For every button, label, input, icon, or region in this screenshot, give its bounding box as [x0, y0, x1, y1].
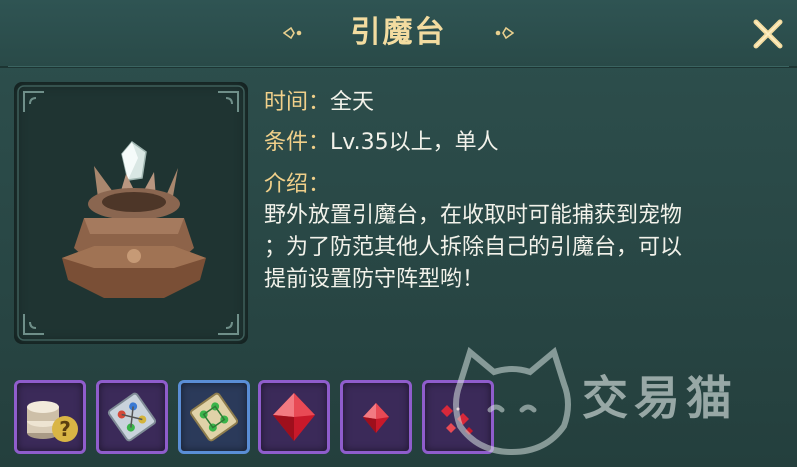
- title-ornament-right-icon: [495, 26, 514, 40]
- time-value: 全天: [330, 90, 375, 115]
- demon-altar-icon: [62, 140, 206, 298]
- red-gem-small-icon: [363, 403, 389, 433]
- reward-slot-4[interactable]: [258, 380, 330, 454]
- description-line: 野外放置引魔台，在收取时可能捕获到宠物: [264, 203, 683, 228]
- formation-scroll-icon: [107, 392, 157, 442]
- time-row: 时间：全天: [264, 84, 374, 116]
- condition-label: 条件：: [264, 130, 331, 155]
- description-line: ；为了防范其他人拆除自己的引魔台，可以: [264, 235, 683, 260]
- reward-slot-3[interactable]: [178, 380, 250, 454]
- reward-slot-5[interactable]: [340, 380, 412, 454]
- svg-text:?: ?: [59, 417, 71, 441]
- item-preview-frame: [14, 82, 248, 344]
- header-divider: [8, 66, 789, 67]
- close-icon[interactable]: [748, 14, 788, 54]
- formation-scroll-green-icon: [189, 392, 239, 442]
- intro-label: 介绍：: [264, 172, 331, 197]
- time-label: 时间：: [264, 90, 331, 115]
- coin-stack-icon: ?: [27, 401, 78, 442]
- red-gem-large-icon: [273, 393, 315, 441]
- watermark-text: 交易猫: [582, 371, 738, 425]
- condition-value: Lv.35以上，单人: [330, 130, 499, 155]
- description-line: 提前设置防守阵型哟！: [264, 267, 485, 292]
- condition-row: 条件：Lv.35以上，单人: [264, 124, 499, 156]
- reward-slot-2[interactable]: [96, 380, 168, 454]
- dialog-title: 引魔台: [350, 15, 447, 50]
- reward-slot-1[interactable]: ?: [14, 380, 86, 454]
- intro-row: 介绍：: [264, 166, 330, 198]
- description-text: 野外放置引魔台，在收取时可能捕获到宠物 ；为了防范其他人拆除自己的引魔台，可以 …: [264, 200, 714, 296]
